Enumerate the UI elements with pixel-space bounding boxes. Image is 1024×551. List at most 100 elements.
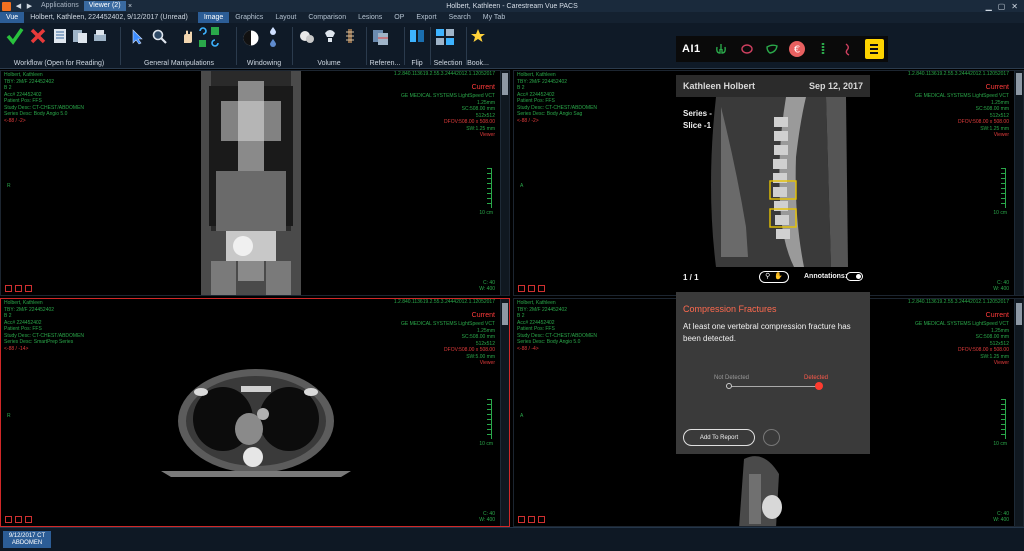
patient-name: Kathleen Holbert	[683, 81, 756, 91]
viewport-controls[interactable]	[5, 516, 32, 523]
next-series-icon	[528, 516, 535, 523]
image-count: 1 / 1	[683, 273, 699, 282]
viewport-top-left[interactable]: Holbert, Kathleen TBY: 2M/F 224452402 B 2A…	[0, 70, 510, 296]
viewport-controls[interactable]	[5, 285, 32, 292]
menu-export[interactable]: Export	[410, 12, 442, 23]
ai-liver-icon[interactable]	[763, 40, 780, 58]
viewport-bottom-left[interactable]: Holbert, Kathleen TBY: 2M/F 224452402 B 2A…	[0, 298, 510, 527]
invert-drop-icon[interactable]	[268, 38, 278, 48]
series-uid: 1.2.840.113619.2.55.3.24442012.1.1205201…	[907, 299, 1009, 305]
magnify-icon: ⚲	[765, 273, 771, 280]
current-label: Current	[985, 312, 1009, 319]
approve-check-icon[interactable]	[6, 27, 24, 45]
annotations-label: Annotations:	[804, 273, 848, 280]
study-tab[interactable]: 9/12/2017 CT ABDOMEN	[3, 531, 51, 548]
pointer-icon[interactable]	[130, 29, 146, 45]
cine-icon[interactable]	[210, 26, 220, 36]
current-label: Current	[985, 84, 1009, 91]
toolbar-group-bookmarks: Book...	[466, 23, 490, 69]
next-series-icon	[15, 285, 22, 292]
acquisition-overlay: GE MEDICAL SYSTEMS LightSpeed VCT 1.25mm S…	[400, 93, 495, 138]
series-uid: 1.2.840.113619.2.55.3.24442012.1.1205201…	[907, 71, 1009, 77]
window-values: C: 40 W: 400	[479, 511, 495, 523]
add-to-report-button[interactable]: Add To Report	[683, 429, 755, 446]
tab-applications[interactable]: Applications	[36, 1, 84, 11]
toolbar-group-label: Referen...	[369, 60, 401, 67]
status-bar: 9/12/2017 CT ABDOMEN	[0, 527, 1024, 551]
acquisition-overlay: GE MEDICAL SYSTEMS LightSpeed VCT 1.25mm S…	[914, 321, 1009, 366]
toolbar-group-flip: Flip	[405, 23, 429, 69]
scale-ruler	[487, 399, 492, 439]
window-title: Holbert, Kathleen - Carestream Vue PACS	[446, 2, 578, 10]
finding-card: Compression Fractures At least one verte…	[676, 292, 870, 454]
toolbar-group-label: Volume	[317, 60, 341, 67]
tab-viewer[interactable]: Viewer (2)	[83, 1, 126, 11]
scale-not-detected: Not Detected	[714, 375, 750, 381]
menu-bar: Vue Holbert, Kathleen, 224452402, 9/12/2…	[0, 12, 1024, 23]
mpr-icon[interactable]	[322, 28, 338, 44]
reject-x-icon[interactable]	[29, 27, 47, 45]
print-icon[interactable]	[92, 28, 108, 44]
ai-alert-icon[interactable]: €	[788, 40, 806, 58]
menu-comparison[interactable]: Comparison	[302, 12, 352, 23]
viewport-scrollbar[interactable]	[1014, 71, 1023, 295]
back-arrow-icon[interactable]: ◀	[14, 2, 23, 11]
scale-label: 10 cm	[993, 210, 1007, 216]
patient-overlay: Holbert, Kathleen TBY: 2M/F 224452402 B 2A…	[517, 300, 598, 352]
toolbar-group-general: General Manipulations	[124, 23, 234, 69]
viewport-scrollbar[interactable]	[500, 299, 509, 526]
ai-vertebra-icon[interactable]	[864, 39, 885, 59]
scale-marker-empty	[726, 383, 732, 389]
rotate-icon[interactable]	[198, 26, 208, 36]
app-menu-vue[interactable]: Vue	[0, 12, 25, 23]
finding-description: At least one vertebral compression fract…	[683, 322, 851, 343]
zoom-icon[interactable]	[152, 29, 168, 45]
viewport-scrollbar[interactable]	[1014, 299, 1023, 526]
reference-lines-icon[interactable]	[372, 28, 390, 46]
menu-layout[interactable]: Layout	[269, 12, 302, 23]
volume-render-icon[interactable]	[298, 28, 316, 46]
viewport-controls[interactable]	[518, 285, 545, 292]
maximize-icon[interactable]: ▢	[998, 2, 1006, 11]
viewport-controls[interactable]	[518, 516, 545, 523]
ai-artery-icon[interactable]	[840, 40, 857, 58]
ai-brain-icon[interactable]	[738, 40, 755, 58]
minimize-icon[interactable]: ▁	[986, 2, 992, 11]
report-icon[interactable]	[72, 28, 88, 44]
forward-arrow-icon[interactable]: ▶	[25, 2, 34, 11]
menu-op[interactable]: OP	[388, 12, 410, 23]
selection-grid-icon[interactable]	[435, 28, 455, 46]
window-level-icon[interactable]	[242, 29, 260, 47]
menu-graphics[interactable]: Graphics	[229, 12, 269, 23]
preset-drop-icon[interactable]	[268, 26, 278, 36]
annotations-toggle[interactable]	[846, 272, 863, 281]
pan-hand-icon[interactable]	[180, 29, 196, 45]
menu-lesions[interactable]: Lesions	[352, 12, 388, 23]
stack-icon[interactable]	[198, 38, 208, 48]
spine-label-icon[interactable]	[342, 28, 358, 44]
patient-overlay: Holbert, Kathleen TBY: 2M/F 224452402 B 2A…	[4, 300, 85, 352]
reset-icon[interactable]	[210, 38, 220, 48]
bookmark-star-icon[interactable]	[470, 28, 486, 44]
flip-icon[interactable]	[409, 28, 425, 44]
viewport-scrollbar[interactable]	[500, 71, 509, 295]
menu-my-tab[interactable]: My Tab	[477, 12, 511, 23]
menu-image[interactable]: Image	[197, 12, 230, 23]
tab-close-icon[interactable]: ×	[126, 2, 135, 11]
current-label: Current	[471, 312, 495, 319]
feedback-icon[interactable]	[763, 429, 780, 446]
scale-label: 10 cm	[479, 210, 493, 216]
ai-lung-icon[interactable]	[713, 40, 730, 58]
toolbar-group-workflow: Workflow (Open for Reading)	[0, 23, 118, 69]
close-icon[interactable]: ✕	[1011, 2, 1018, 11]
ai-spine-icon[interactable]	[814, 40, 831, 58]
scale-ruler	[1001, 168, 1006, 208]
current-label: Current	[471, 84, 495, 91]
app-logo-icon[interactable]	[2, 1, 11, 11]
worklist-icon[interactable]	[52, 28, 68, 44]
zoom-pan-toggle[interactable]: ⚲ ✋	[759, 271, 789, 283]
orientation-marker: A	[520, 413, 524, 419]
toolbar-group-windowing: Windowing	[238, 23, 290, 69]
menu-search[interactable]: Search	[443, 12, 477, 23]
window-values: C: 40 W: 400	[993, 280, 1009, 292]
